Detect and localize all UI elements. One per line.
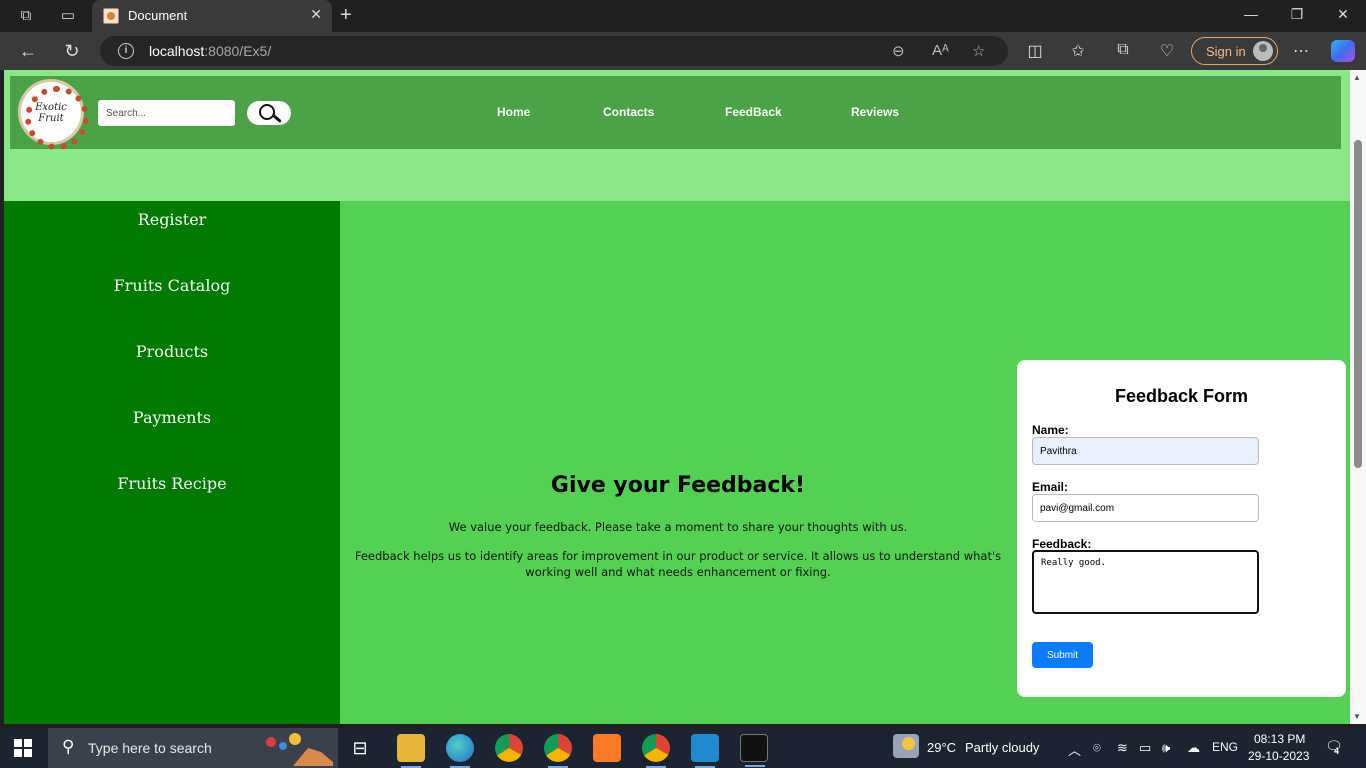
scroll-down-icon[interactable]: ▼ xyxy=(1353,712,1361,721)
language-indicator[interactable]: ENG xyxy=(1212,740,1238,754)
restore-icon[interactable]: ❐ xyxy=(1287,6,1307,23)
scroll-up-icon[interactable]: ▲ xyxy=(1353,73,1361,82)
sidebar-item-fruits-catalog[interactable]: Fruits Catalog xyxy=(4,276,340,295)
site-info-icon[interactable]: i xyxy=(118,43,134,59)
feedback-form: Feedback Form Name: Email: Feedback: Rea… xyxy=(1017,360,1346,697)
name-label: Name: xyxy=(1032,423,1069,437)
intro-text: We value your feedback. Please take a mo… xyxy=(448,520,908,534)
collections-icon[interactable]: ⧉ xyxy=(1113,41,1133,59)
exotic-fruit-logo: Exotic Fruit xyxy=(18,79,89,150)
sign-in-button[interactable]: Sign in xyxy=(1191,37,1278,65)
search-input[interactable] xyxy=(98,100,235,126)
clock-date[interactable]: 29-10-2023 xyxy=(1248,749,1309,763)
workspaces-icon[interactable]: ⧉ xyxy=(16,6,36,26)
search-button[interactable] xyxy=(247,101,291,125)
main-content: Give your Feedback! We value your feedba… xyxy=(340,201,1350,724)
minimize-icon[interactable]: — xyxy=(1241,6,1261,22)
split-screen-icon[interactable]: ◫ xyxy=(1025,41,1045,61)
close-tab-icon[interactable]: ✕ xyxy=(310,6,322,23)
email-label: Email: xyxy=(1032,480,1069,494)
chrome-profile-icon[interactable] xyxy=(544,734,572,768)
feedback-textarea[interactable]: Really good. xyxy=(1032,550,1259,614)
refresh-icon[interactable]: ↻ xyxy=(61,40,83,62)
feedback-label: Feedback: xyxy=(1032,537,1092,551)
meet-now-icon[interactable]: ⌾ xyxy=(1093,740,1101,756)
scroll-thumb[interactable] xyxy=(1354,140,1362,468)
nav-reviews[interactable]: Reviews xyxy=(851,105,899,119)
close-window-icon[interactable]: ✕ xyxy=(1333,6,1353,23)
onedrive-icon[interactable]: ☁ xyxy=(1187,740,1200,756)
windows-taskbar: ⚲ Type here to search ⊟ 29°C Partly clou… xyxy=(0,728,1366,768)
clock-time[interactable]: 08:13 PM xyxy=(1254,732,1305,746)
terminal-icon[interactable] xyxy=(740,734,768,767)
weather-icon[interactable] xyxy=(893,734,919,758)
name-field[interactable] xyxy=(1032,437,1259,465)
windows-start-icon[interactable] xyxy=(14,739,32,757)
chrome-profile-2-icon[interactable] xyxy=(642,734,670,768)
show-hidden-icons-icon[interactable]: ︿ xyxy=(1068,740,1081,759)
sidebar-item-fruits-recipe[interactable]: Fruits Recipe xyxy=(4,474,340,493)
page-scrollbar[interactable]: ▲ ▼ xyxy=(1350,70,1366,724)
tab-document[interactable]: Document ✕ xyxy=(92,0,332,32)
vscode-icon[interactable] xyxy=(691,734,719,768)
task-view-icon[interactable]: ⊟ xyxy=(346,734,374,762)
sign-in-label: Sign in xyxy=(1206,44,1246,59)
page-title: Give your Feedback! xyxy=(550,473,806,498)
edge-icon[interactable] xyxy=(446,734,474,768)
logo-text: Exotic Fruit xyxy=(35,102,67,124)
read-aloud-icon[interactable]: Aᴬ xyxy=(932,42,949,59)
url-path: :8080/Ex5/ xyxy=(204,43,272,59)
xampp-icon[interactable] xyxy=(593,734,621,762)
site-header: Exotic Fruit Home Contacts FeedBack Revi… xyxy=(10,76,1341,150)
nav-home[interactable]: Home xyxy=(497,105,530,119)
avatar xyxy=(1253,41,1273,61)
notification-count: 4 xyxy=(1334,746,1340,756)
sidebar-item-register[interactable]: Register xyxy=(4,210,340,229)
sidebar: Register Fruits Catalog Products Payment… xyxy=(4,201,340,724)
file-explorer-icon[interactable] xyxy=(397,734,425,768)
chrome-icon[interactable] xyxy=(495,734,523,762)
zoom-out-icon[interactable]: ⊖ xyxy=(892,42,905,60)
wifi-icon[interactable]: ≋ xyxy=(1117,740,1128,756)
nav-contacts[interactable]: Contacts xyxy=(603,105,654,119)
taskbar-search[interactable]: ⚲ Type here to search xyxy=(48,728,338,768)
nav-feedback[interactable]: FeedBack xyxy=(725,105,782,119)
address-bar: ← ↻ i localhost:8080/Ex5/ ⊖ Aᴬ ☆ ◫ ✩ ⧉ ♡… xyxy=(0,32,1366,70)
browser-tab-bar: ⧉ ▭ Document ✕ + — ❐ ✕ xyxy=(0,0,1366,32)
url-text: localhost:8080/Ex5/ xyxy=(149,43,271,59)
sidebar-item-products[interactable]: Products xyxy=(4,342,340,361)
favorite-star-icon[interactable]: ☆ xyxy=(972,42,985,60)
volume-icon[interactable]: 🕪 xyxy=(1162,740,1170,756)
favicon-icon xyxy=(103,8,119,24)
weather-temp[interactable]: 29°C xyxy=(927,740,956,755)
new-tab-icon[interactable]: + xyxy=(340,4,352,27)
tab-title: Document xyxy=(128,8,188,23)
sidebar-item-payments[interactable]: Payments xyxy=(4,408,340,427)
more-options-icon[interactable]: ⋯ xyxy=(1291,41,1311,61)
description-text: Feedback helps us to identify areas for … xyxy=(354,549,1002,579)
weather-text[interactable]: Partly cloudy xyxy=(965,740,1039,755)
search-icon: ⚲ xyxy=(62,737,75,756)
browser-essentials-icon[interactable]: ♡ xyxy=(1157,41,1177,61)
taskbar-search-text: Type here to search xyxy=(88,740,212,756)
url-field[interactable]: i localhost:8080/Ex5/ ⊖ Aᴬ ☆ xyxy=(100,36,1008,66)
battery-icon[interactable]: ▭ xyxy=(1139,740,1151,756)
form-title: Feedback Form xyxy=(1114,386,1249,406)
email-field[interactable] xyxy=(1032,494,1259,522)
search-highlight-icon xyxy=(266,733,333,766)
url-host: localhost xyxy=(149,43,205,59)
back-icon[interactable]: ← xyxy=(17,40,39,62)
copilot-icon[interactable] xyxy=(1331,40,1355,62)
favorites-icon[interactable]: ✩ xyxy=(1068,41,1088,61)
page-viewport: Exotic Fruit Home Contacts FeedBack Revi… xyxy=(4,70,1366,724)
submit-button[interactable]: Submit xyxy=(1032,642,1093,668)
tab-actions-icon[interactable]: ▭ xyxy=(58,6,78,26)
